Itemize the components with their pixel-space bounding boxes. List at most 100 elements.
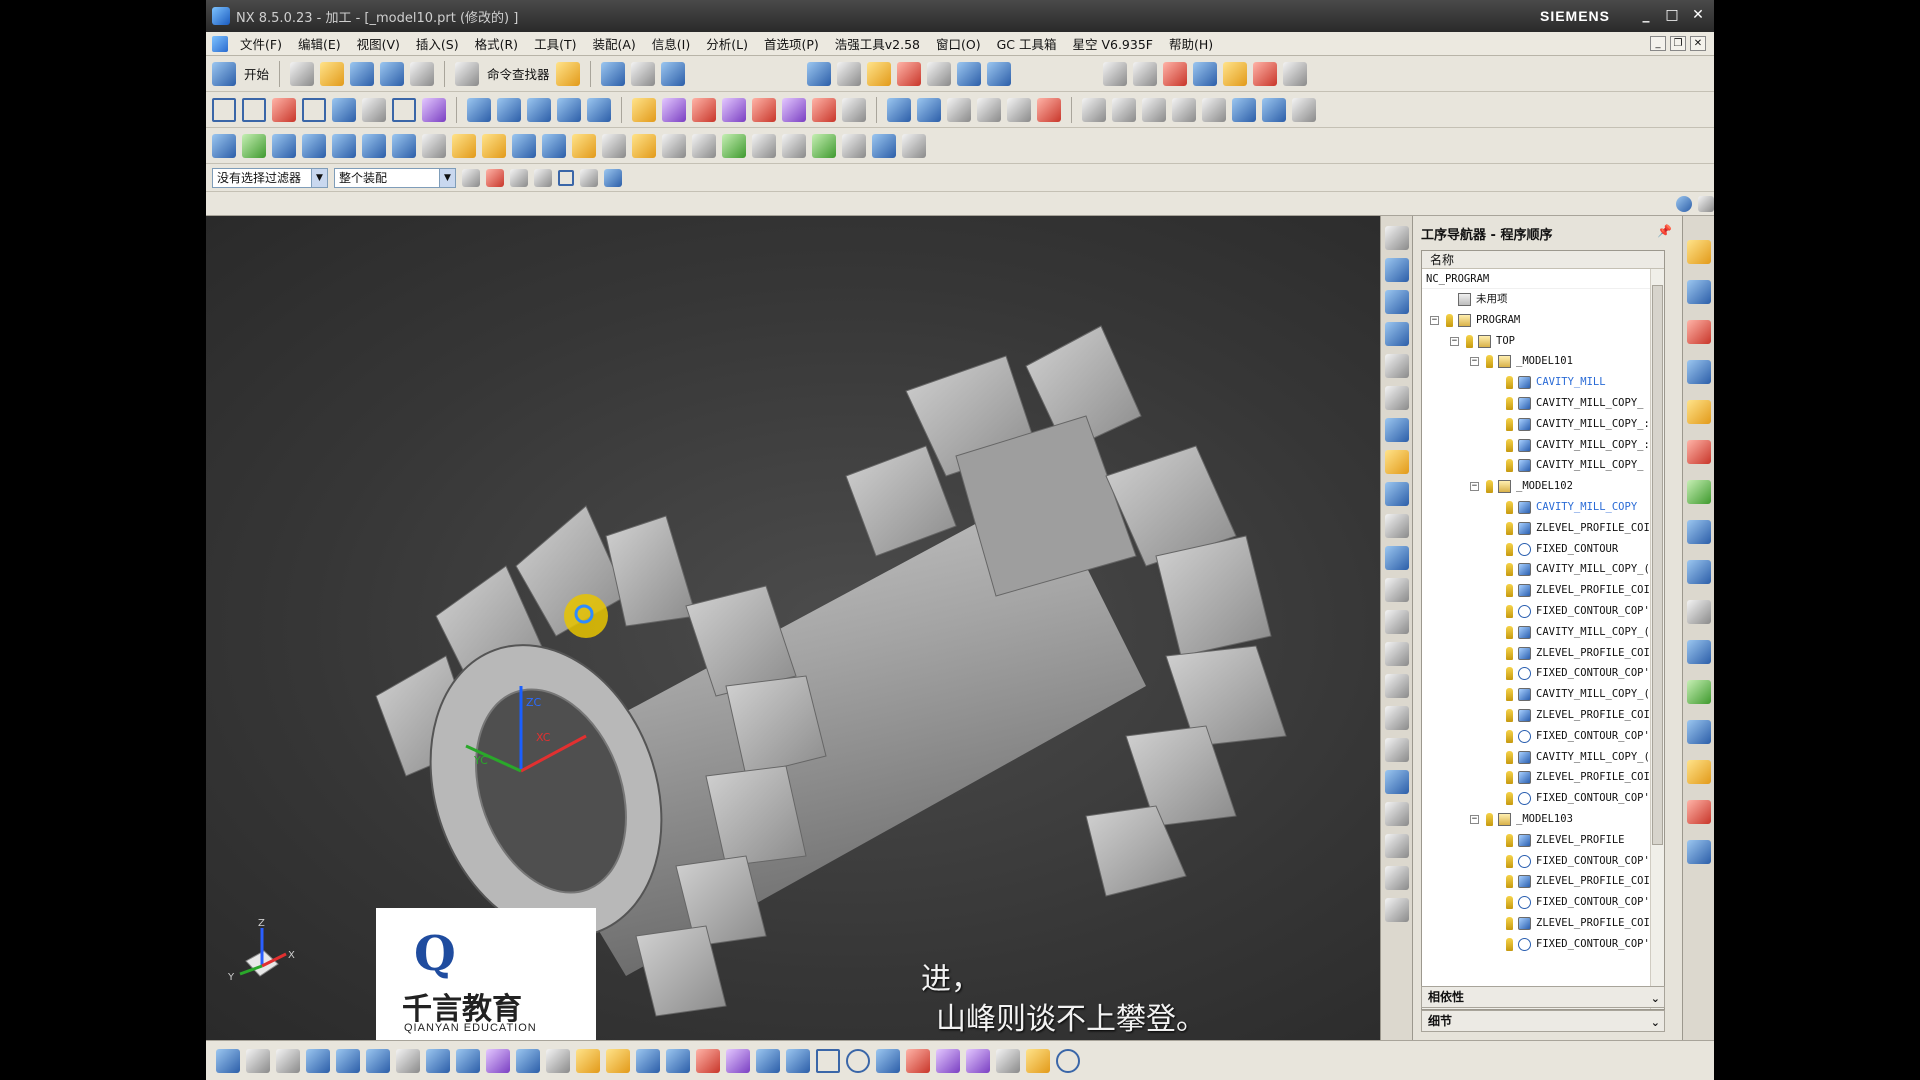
analysis-icon[interactable] xyxy=(1252,61,1277,86)
wrench-icon[interactable] xyxy=(572,133,596,158)
tool-hand-icon[interactable] xyxy=(1384,578,1409,602)
move-face-icon[interactable] xyxy=(977,97,1001,122)
crosshair-icon[interactable] xyxy=(786,1048,810,1073)
display-icon[interactable] xyxy=(486,1048,510,1073)
cursor-icon[interactable] xyxy=(1026,1048,1050,1073)
tool-stack-icon[interactable] xyxy=(1384,706,1409,730)
section-view-icon[interactable] xyxy=(986,61,1011,86)
simulate-icon[interactable] xyxy=(1686,520,1711,544)
copy-icon[interactable] xyxy=(630,61,655,86)
command-finder-label[interactable]: 命令查找器 xyxy=(487,64,550,83)
tree-row[interactable]: ZLEVEL_PROFILE_COI xyxy=(1422,705,1664,726)
create-operation-icon[interactable] xyxy=(1202,97,1226,122)
scope-dropdown[interactable]: 整个装配 ▼ xyxy=(334,167,456,188)
details-panel[interactable]: 细节 ⌄ xyxy=(1421,1010,1665,1032)
user-icon[interactable] xyxy=(1686,760,1711,784)
snap-icon[interactable] xyxy=(600,61,625,86)
copy-icon[interactable] xyxy=(996,1048,1020,1073)
operation-navigator-icon[interactable] xyxy=(1384,354,1409,378)
frame-icon[interactable] xyxy=(756,1048,780,1073)
doc-close-button[interactable]: ✕ xyxy=(1690,36,1706,51)
chevron-down-icon[interactable]: ⌄ xyxy=(1651,989,1660,1009)
menu-haoqiang-tools[interactable]: 浩强工具v2.58 xyxy=(827,34,928,53)
report-icon[interactable] xyxy=(752,133,776,158)
postprocess-icon[interactable] xyxy=(1292,97,1316,122)
clock-icon[interactable] xyxy=(1686,600,1711,624)
measure-distance-icon[interactable] xyxy=(1192,61,1217,86)
process-studio-icon[interactable] xyxy=(1384,546,1409,570)
tree-row[interactable]: − _MODEL103 xyxy=(1422,809,1664,830)
cube-icon[interactable] xyxy=(604,168,622,187)
select-icon[interactable] xyxy=(510,168,528,187)
save-icon[interactable] xyxy=(350,61,375,86)
grid-icon[interactable] xyxy=(906,1048,930,1073)
wcs-icon[interactable] xyxy=(1162,61,1187,86)
generate-toolpath-icon[interactable] xyxy=(1232,97,1256,122)
menu-analysis[interactable]: 分析(L) xyxy=(698,34,756,53)
palette-icon[interactable] xyxy=(1384,802,1409,826)
constraint-navigator-icon[interactable] xyxy=(1384,258,1409,282)
replace-face-icon[interactable] xyxy=(917,97,941,122)
tree-row[interactable]: ZLEVEL_PROFILE_COI xyxy=(1422,913,1664,934)
tool-library-icon[interactable] xyxy=(1686,480,1711,504)
tree-row[interactable]: CAVITY_MILL_COPY_ xyxy=(1422,455,1664,476)
tree-row[interactable]: CAVITY_MILL_COPY_: xyxy=(1422,414,1664,435)
scatter-icon[interactable] xyxy=(966,1048,990,1073)
point-cloud-icon[interactable] xyxy=(876,1048,900,1073)
arrow-left-icon[interactable] xyxy=(306,1048,330,1073)
tree-row[interactable]: − _MODEL101 xyxy=(1422,351,1664,372)
menu-view[interactable]: 视图(V) xyxy=(349,34,408,53)
arrow-right-icon[interactable] xyxy=(336,1048,360,1073)
eraser-icon[interactable] xyxy=(422,97,446,122)
menu-assembly[interactable]: 装配(A) xyxy=(584,34,643,53)
collapse-toggle-icon[interactable]: − xyxy=(1450,336,1459,346)
type-filter-dropdown[interactable]: 没有选择过滤器 ▼ xyxy=(212,167,328,188)
boss-icon[interactable] xyxy=(812,97,836,122)
layer-icon[interactable] xyxy=(426,1048,450,1073)
pencil-icon[interactable] xyxy=(606,1048,630,1073)
synchronous-icon[interactable] xyxy=(1037,97,1061,122)
datum-axis-icon[interactable] xyxy=(242,133,266,158)
tree-row[interactable]: CAVITY_MILL_COPY_( xyxy=(1422,622,1664,643)
snap-point-icon[interactable] xyxy=(486,168,504,187)
polygon-icon[interactable] xyxy=(392,97,416,122)
menu-format[interactable]: 格式(R) xyxy=(467,34,526,53)
roles-icon[interactable] xyxy=(1384,482,1409,506)
chevron-down-icon[interactable]: ▼ xyxy=(439,168,455,187)
gear-icon[interactable] xyxy=(462,168,480,187)
start-icon[interactable] xyxy=(212,61,236,86)
collapse-toggle-icon[interactable]: − xyxy=(1430,315,1439,325)
point-icon[interactable] xyxy=(302,133,326,158)
print-icon[interactable] xyxy=(782,133,806,158)
pin-icon[interactable]: 📌 xyxy=(1657,224,1672,238)
filter-icon[interactable] xyxy=(1384,898,1409,922)
view-triad[interactable]: Z X Y xyxy=(227,918,295,983)
feed-rate-icon[interactable] xyxy=(1686,440,1711,464)
menu-info[interactable]: 信息(I) xyxy=(644,34,698,53)
tool-display-icon[interactable] xyxy=(636,1048,660,1073)
save-as-icon[interactable] xyxy=(380,61,405,86)
menu-insert[interactable]: 插入(S) xyxy=(408,34,467,53)
machine-tool-navigator-icon[interactable] xyxy=(1384,386,1409,410)
menu-file[interactable]: 文件(F) xyxy=(232,34,290,53)
background-icon[interactable] xyxy=(926,61,951,86)
offset-face-icon[interactable] xyxy=(887,97,911,122)
tree-row[interactable]: FIXED_CONTOUR_COP' xyxy=(1422,726,1664,747)
ruler-icon[interactable] xyxy=(1282,61,1307,86)
stack-icon[interactable] xyxy=(666,1048,690,1073)
table-icon[interactable] xyxy=(542,133,566,158)
orient-view-icon[interactable] xyxy=(956,61,981,86)
text-icon[interactable] xyxy=(362,97,386,122)
new-file-icon[interactable] xyxy=(290,61,315,86)
hexagon-icon[interactable] xyxy=(846,1048,870,1073)
cut-region-icon[interactable] xyxy=(1686,400,1711,424)
tree-root[interactable]: NC_PROGRAM xyxy=(1422,269,1664,289)
tree-row[interactable]: 未用项 xyxy=(1422,289,1664,310)
nx-menu-icon[interactable] xyxy=(212,35,228,52)
tree-row[interactable]: − PROGRAM xyxy=(1422,310,1664,331)
thread-icon[interactable] xyxy=(452,133,476,158)
shaded-icon[interactable] xyxy=(866,61,891,86)
document-icon[interactable] xyxy=(1686,640,1711,664)
verify-icon[interactable] xyxy=(1384,770,1409,794)
display-style-icon[interactable] xyxy=(896,61,921,86)
